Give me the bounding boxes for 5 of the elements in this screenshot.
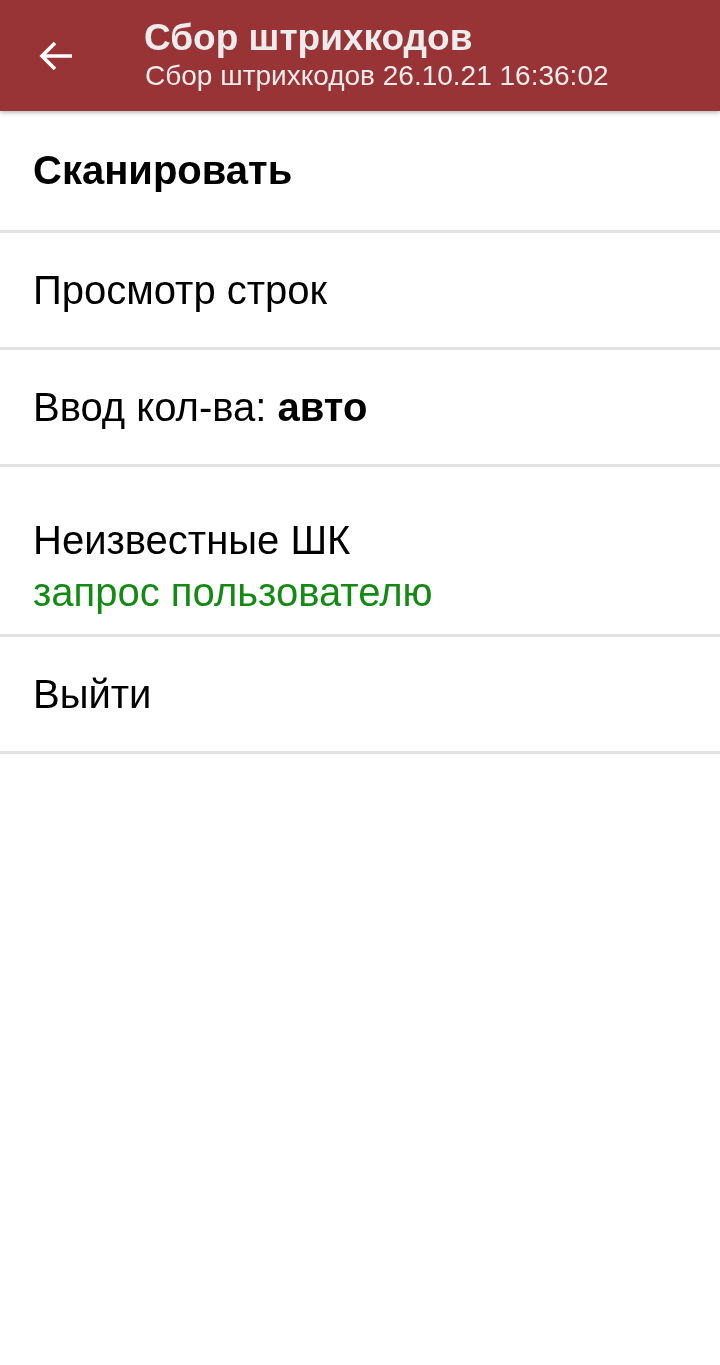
menu-item-label: Неизвестные ШК	[33, 516, 352, 564]
setting-value: запрос пользователю	[33, 568, 434, 616]
back-arrow-icon	[39, 40, 73, 71]
screen-title: Сбор штрихкодов	[144, 15, 474, 60]
screen-subtitle: Сбор штрихкодов 26.10.21 16:36:02	[145, 59, 609, 92]
